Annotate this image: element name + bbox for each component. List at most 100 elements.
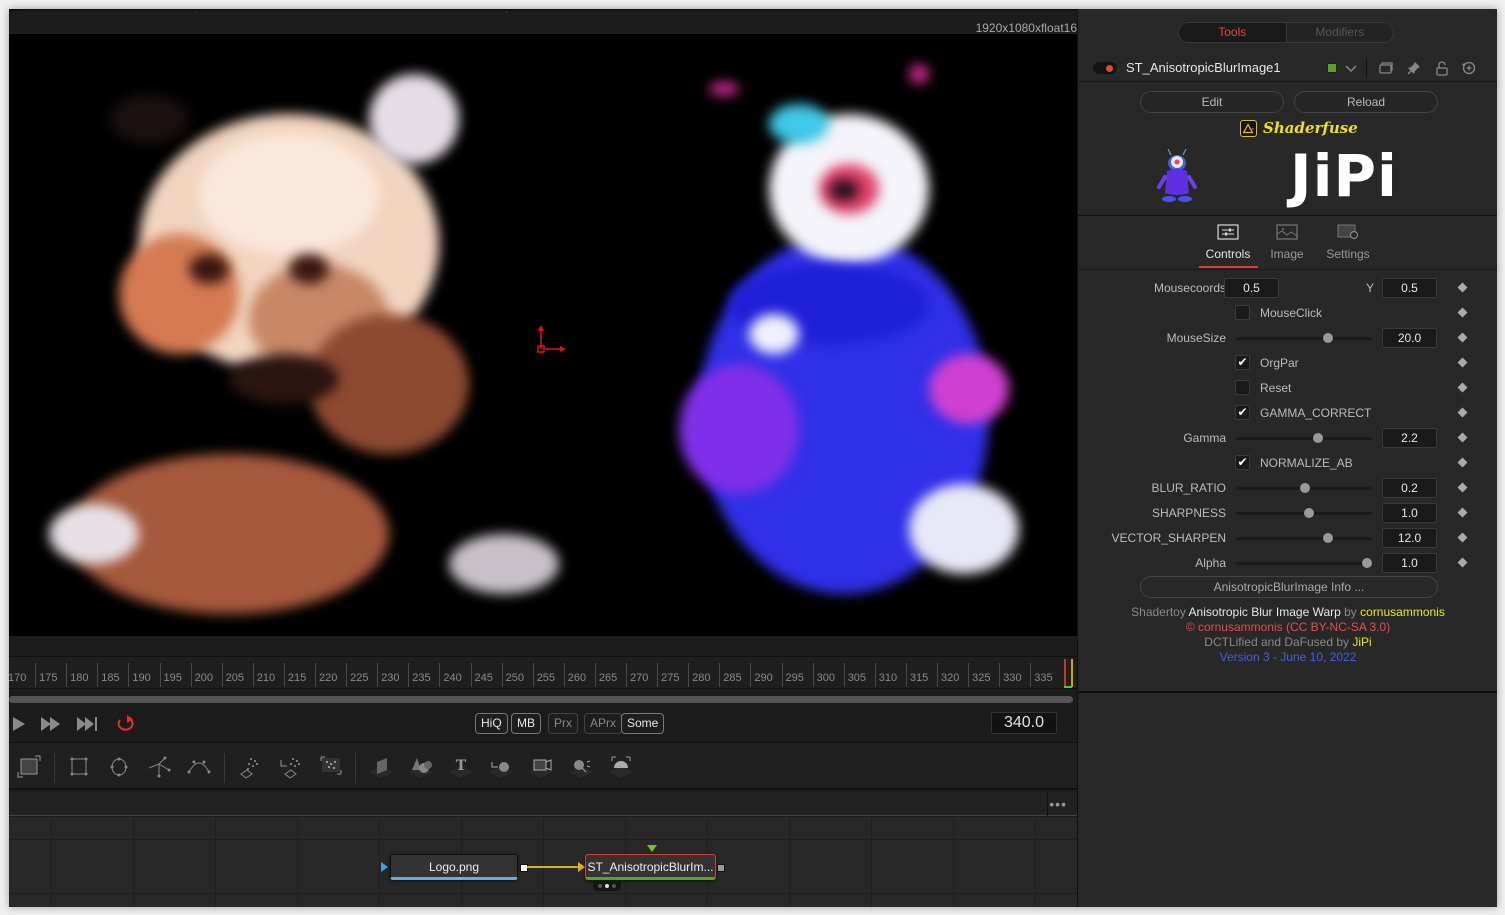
timeline-scrollbar[interactable] xyxy=(9,694,1073,704)
polygon-mask-icon[interactable] xyxy=(145,754,173,780)
mousecoords-x-field[interactable]: 0.5 xyxy=(1224,278,1279,298)
toggle-hiq[interactable]: HiQ xyxy=(475,713,508,734)
rectangle-mask-icon[interactable] xyxy=(65,754,93,780)
slider-knob[interactable] xyxy=(1312,433,1323,443)
sharpness-slider[interactable] xyxy=(1236,508,1372,518)
tab-tools[interactable]: Tools xyxy=(1179,23,1287,42)
background-icon[interactable] xyxy=(15,754,43,780)
mouseclick-checkbox[interactable] xyxy=(1235,305,1250,320)
subtab-image[interactable]: Image xyxy=(1267,224,1307,261)
skip-to-end-icon[interactable] xyxy=(77,717,99,731)
gamma-slider[interactable] xyxy=(1236,433,1372,443)
playhead-in-marker[interactable] xyxy=(1064,659,1066,687)
keyframe-icon[interactable] xyxy=(1457,307,1468,318)
blur-ratio-field[interactable]: 0.2 xyxy=(1382,478,1437,498)
image-plane-3d-icon[interactable] xyxy=(367,754,395,780)
toggle-prx[interactable]: Prx xyxy=(548,713,578,734)
node-editor-canvas[interactable]: Logo.png ST_AnisotropicBlurIm... xyxy=(9,817,1077,907)
node-input-port[interactable] xyxy=(578,862,585,872)
vector-sharpen-slider[interactable] xyxy=(1236,533,1372,543)
timeline-scrollbar-thumb[interactable] xyxy=(9,696,1073,703)
merge-3d-icon[interactable] xyxy=(487,754,515,780)
keyframe-icon[interactable] xyxy=(1457,557,1468,568)
keyframe-icon[interactable] xyxy=(1457,432,1468,443)
mousecoords-y-field[interactable]: 0.5 xyxy=(1382,278,1437,298)
subtab-settings[interactable]: Settings xyxy=(1323,224,1373,261)
particle-pemitter-icon[interactable] xyxy=(317,754,345,780)
playhead[interactable] xyxy=(1071,659,1073,687)
normalize-ab-checkbox[interactable]: ✔ xyxy=(1235,455,1250,470)
node-effect-mask-port[interactable] xyxy=(647,845,657,852)
slider-knob[interactable] xyxy=(1323,333,1334,343)
renderer-3d-icon[interactable] xyxy=(607,754,635,780)
keyframe-icon[interactable] xyxy=(1457,457,1468,468)
keyframe-icon[interactable] xyxy=(1457,332,1468,343)
blur-ratio-slider[interactable] xyxy=(1236,483,1372,493)
toggle-some[interactable]: Some xyxy=(621,713,665,734)
loop-icon[interactable] xyxy=(115,714,137,734)
shader-author-link[interactable]: cornusammonis xyxy=(1360,605,1445,619)
mousesize-slider[interactable] xyxy=(1236,333,1372,343)
keyframe-icon[interactable] xyxy=(1457,357,1468,368)
slider-knob[interactable] xyxy=(1304,508,1315,518)
play-icon[interactable] xyxy=(13,717,25,731)
viewer-canvas[interactable] xyxy=(9,34,1077,636)
gamma-correct-checkbox[interactable]: ✔ xyxy=(1235,405,1250,420)
node-output-port[interactable] xyxy=(717,864,725,872)
toggle-aprx[interactable]: APrx xyxy=(584,713,623,734)
gamma-field[interactable]: 2.2 xyxy=(1382,428,1437,448)
keyframe-icon[interactable] xyxy=(1457,282,1468,293)
fast-forward-icon[interactable] xyxy=(41,717,61,731)
alpha-slider[interactable] xyxy=(1236,558,1372,568)
shader-title-link[interactable]: Anisotropic Blur Image Warp xyxy=(1189,605,1341,619)
bspline-mask-icon[interactable] xyxy=(185,754,213,780)
keyframe-icon[interactable] xyxy=(1457,532,1468,543)
slider-knob[interactable] xyxy=(1323,533,1334,543)
chevron-down-icon[interactable] xyxy=(1343,60,1359,76)
sharpness-field[interactable]: 1.0 xyxy=(1382,503,1437,523)
node-view-indicators[interactable] xyxy=(593,881,621,891)
pin-icon[interactable] xyxy=(1406,60,1422,76)
node-input-port[interactable] xyxy=(381,862,388,872)
mousesize-field[interactable]: 20.0 xyxy=(1382,328,1437,348)
jipi-link[interactable]: JiPi xyxy=(1352,635,1371,649)
control-sharpness: SHARPNESS 1.0 xyxy=(1078,502,1497,524)
node-st-anisotropic-blur[interactable]: ST_AnisotropicBlurIm... xyxy=(585,854,716,880)
vector-sharpen-field[interactable]: 12.0 xyxy=(1382,528,1437,548)
keyframe-icon[interactable] xyxy=(1457,382,1468,393)
current-frame-field[interactable]: 340.0 xyxy=(991,712,1057,734)
orgpar-checkbox[interactable]: ✔ xyxy=(1235,355,1250,370)
keyframe-icon[interactable] xyxy=(1457,407,1468,418)
particle-render-icon[interactable] xyxy=(277,754,305,780)
shape-3d-icon[interactable] xyxy=(407,754,435,780)
reload-button[interactable]: Reload xyxy=(1294,91,1438,113)
more-options-button[interactable]: ••• xyxy=(1049,796,1067,812)
reset-icon[interactable] xyxy=(1461,60,1477,76)
slider-knob[interactable] xyxy=(1300,483,1311,493)
spotlight-3d-icon[interactable] xyxy=(567,754,595,780)
particle-emitter-icon[interactable] xyxy=(237,754,265,780)
timeline-tick-label: 310 xyxy=(874,663,897,687)
edit-button[interactable]: Edit xyxy=(1140,91,1284,113)
transform-gizmo[interactable] xyxy=(537,324,567,354)
keyframe-icon[interactable] xyxy=(1457,482,1468,493)
ellipse-mask-icon[interactable] xyxy=(105,754,133,780)
reset-checkbox[interactable] xyxy=(1235,380,1250,395)
tool-color-swatch[interactable] xyxy=(1327,63,1337,73)
node-logo-png[interactable]: Logo.png xyxy=(390,854,518,880)
alpha-field[interactable]: 1.0 xyxy=(1382,553,1437,573)
tab-modifiers[interactable]: Modifiers xyxy=(1286,23,1393,42)
subtab-controls[interactable]: Controls xyxy=(1203,224,1253,261)
keyframe-icon[interactable] xyxy=(1457,507,1468,518)
camera-3d-icon[interactable] xyxy=(527,754,555,780)
license-line[interactable]: © cornusammonis (CC BY-NC-SA 3.0) xyxy=(1078,620,1497,635)
toggle-mb[interactable]: MB xyxy=(511,713,541,734)
shaderfuse-brand[interactable]: Shaderfuse xyxy=(1240,118,1358,138)
text-3d-icon[interactable]: T xyxy=(447,754,475,780)
tool-enable-toggle[interactable] xyxy=(1093,62,1117,74)
slider-knob[interactable] xyxy=(1361,558,1372,568)
info-button[interactable]: AnisotropicBlurImage Info ... xyxy=(1140,576,1438,598)
versions-icon[interactable] xyxy=(1378,60,1394,76)
lock-icon[interactable] xyxy=(1434,60,1450,76)
timeline-ruler[interactable]: 335 330 325 320 315 310 305 300 295 290 285 280 275 2… xyxy=(9,656,1077,689)
